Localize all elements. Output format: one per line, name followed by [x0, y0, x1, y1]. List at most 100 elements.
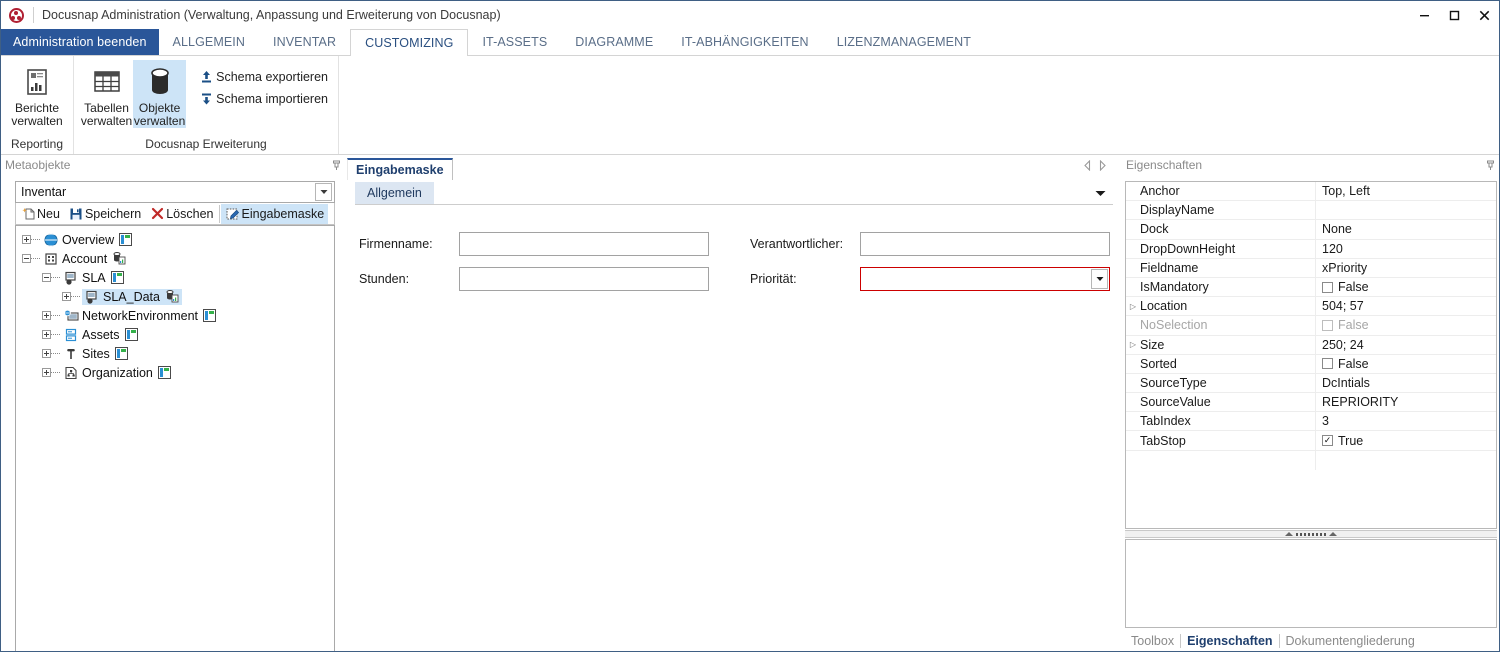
site-pin-icon	[62, 347, 80, 361]
splitter-collapse-up-icon[interactable]	[1285, 532, 1293, 536]
tree-node-sites[interactable]: Sites	[16, 344, 334, 363]
verantwortlicher-input[interactable]	[860, 232, 1110, 256]
splitter-grip[interactable]	[1296, 532, 1326, 536]
form-designer-canvas[interactable]: Firmenname: Stunden: Verantwortlicher: P…	[347, 206, 1121, 651]
ribbon-group-docusnap-erweiterung: Tabellen verwalten Objekte verwalten Sch…	[74, 56, 339, 154]
new-button[interactable]: Neu	[16, 204, 64, 224]
chevron-down-icon[interactable]	[1091, 269, 1108, 289]
form-badge-icon	[119, 233, 133, 246]
expander-minus-icon[interactable]	[42, 273, 51, 282]
tree-node-account[interactable]: Account	[16, 249, 334, 268]
export-schema-button[interactable]: Schema exportieren	[192, 66, 332, 88]
tree-node-label: Overview	[62, 232, 115, 247]
ribbon-tab-inventar[interactable]: INVENTAR	[259, 29, 350, 55]
ribbon-tab-customizing[interactable]: CUSTOMIZING	[350, 29, 469, 56]
property-row-sourcetype[interactable]: SourceType DcIntials	[1126, 373, 1496, 394]
property-row-noselection[interactable]: NoSelection False	[1126, 315, 1496, 336]
expander-plus-icon[interactable]	[62, 292, 71, 301]
property-name: SourceValue	[1140, 395, 1211, 410]
checkbox-unchecked-icon[interactable]	[1322, 358, 1333, 370]
property-value[interactable]: Top, Left	[1315, 182, 1496, 201]
close-icon[interactable]	[1469, 1, 1499, 29]
property-value[interactable]: 504; 57	[1315, 296, 1496, 316]
property-row-fieldname[interactable]: Fieldname xPriority	[1126, 258, 1496, 278]
tree-node-organization[interactable]: Organization	[16, 363, 334, 382]
checkbox-checked-icon[interactable]: ✓	[1322, 435, 1333, 447]
ribbon-empty-area	[339, 56, 1499, 154]
import-schema-button[interactable]: Schema importieren	[192, 88, 332, 110]
pin-icon[interactable]	[330, 159, 342, 171]
property-value-cell[interactable]: False	[1315, 277, 1496, 297]
property-row-location[interactable]: ▷ Location 504; 57	[1126, 296, 1496, 317]
property-row-sourcevalue[interactable]: SourceValue REPRIORITY	[1126, 392, 1496, 413]
ribbon-tab-it-assets[interactable]: IT-ASSETS	[468, 29, 561, 55]
property-value-cell[interactable]: ✓ True	[1315, 430, 1496, 451]
prioritaet-select[interactable]	[860, 267, 1110, 291]
firmenname-input[interactable]	[459, 232, 709, 256]
property-row-displayname[interactable]: DisplayName	[1126, 200, 1496, 221]
tree-node-assets[interactable]: Assets	[16, 325, 334, 344]
tree-node-sla-data[interactable]: SLA_Data	[16, 287, 334, 306]
ribbon-tab-diagramme[interactable]: DIAGRAMME	[561, 29, 667, 55]
chevron-left-icon[interactable]	[1083, 159, 1092, 174]
chevron-right-icon[interactable]	[1098, 159, 1107, 174]
tree-node-networkenvironment[interactable]: NetworkEnvironment	[16, 306, 334, 325]
ribbon-tab-administration-beenden[interactable]: Administration beenden	[1, 29, 159, 55]
ribbon-tab-allgemein[interactable]: ALLGEMEIN	[159, 29, 259, 55]
chevron-down-icon[interactable]	[315, 183, 332, 201]
property-row-ismandatory[interactable]: IsMandatory False	[1126, 277, 1496, 298]
tree-node-overview[interactable]: Overview	[16, 230, 334, 249]
metaobjects-select[interactable]: Inventar	[15, 181, 335, 203]
property-value[interactable]: xPriority	[1315, 258, 1496, 278]
property-value[interactable]: None	[1315, 219, 1496, 240]
property-value[interactable]: DcIntials	[1315, 373, 1496, 393]
delete-button[interactable]: Löschen	[145, 204, 217, 224]
chevron-down-icon[interactable]	[1093, 186, 1107, 200]
property-value[interactable]	[1315, 200, 1496, 220]
property-grid[interactable]: Anchor Top, Left DisplayName Dock None D…	[1125, 181, 1497, 529]
ribbon-tab-lizenzmanagement[interactable]: LIZENZMANAGEMENT	[823, 29, 985, 55]
property-row-dock[interactable]: Dock None	[1126, 219, 1496, 240]
expander-minus-icon[interactable]	[22, 254, 31, 263]
property-value[interactable]: 120	[1315, 239, 1496, 259]
property-value[interactable]: REPRIORITY	[1315, 392, 1496, 412]
report-icon	[22, 64, 52, 100]
document-tab-eingabemaske[interactable]: Eingabemaske	[347, 158, 453, 180]
save-button[interactable]: Speichern	[64, 204, 145, 224]
splitter-collapse-down-icon[interactable]	[1329, 532, 1337, 536]
properties-splitter[interactable]	[1125, 530, 1497, 538]
manage-tables-button[interactable]: Tabellen verwalten	[80, 60, 133, 128]
property-expander-triangle-icon[interactable]: ▷	[1126, 302, 1140, 311]
property-row-tabstop[interactable]: TabStop ✓ True	[1126, 430, 1496, 451]
tab-toolbox[interactable]: Toolbox	[1125, 634, 1180, 648]
expander-plus-icon[interactable]	[42, 330, 51, 339]
property-value[interactable]: 250; 24	[1315, 335, 1496, 355]
form-tab-allgemein[interactable]: Allgemein	[355, 182, 434, 204]
pin-icon[interactable]	[1484, 159, 1496, 171]
minimize-icon[interactable]	[1409, 1, 1439, 29]
property-row-size[interactable]: ▷ Size 250; 24	[1126, 335, 1496, 355]
maximize-icon[interactable]	[1439, 1, 1469, 29]
tree-node-sla[interactable]: SLA	[16, 268, 334, 287]
property-row-dropdownheight[interactable]: DropDownHeight 120	[1126, 239, 1496, 259]
tab-eigenschaften[interactable]: Eigenschaften	[1181, 634, 1278, 648]
stunden-input[interactable]	[459, 267, 709, 291]
metaobjects-tree[interactable]: Overview Account SLA SLA_Data NetworkEnv…	[15, 225, 335, 651]
manage-objects-button[interactable]: Objekte verwalten	[133, 60, 187, 128]
property-expander-triangle-icon[interactable]: ▷	[1126, 340, 1140, 349]
checkbox-unchecked-icon[interactable]	[1322, 281, 1333, 293]
manage-reports-button[interactable]: Berichte verwalten	[7, 60, 67, 128]
property-value-cell[interactable]: False	[1315, 354, 1496, 374]
window-title: Docusnap Administration (Verwaltung, Anp…	[42, 8, 501, 22]
property-row-tabindex[interactable]: TabIndex 3	[1126, 411, 1496, 432]
expander-plus-icon[interactable]	[22, 235, 31, 244]
property-row-sorted[interactable]: Sorted False	[1126, 354, 1496, 374]
property-row-anchor[interactable]: Anchor Top, Left	[1126, 182, 1496, 202]
input-mask-button[interactable]: Eingabemaske	[220, 203, 329, 224]
expander-plus-icon[interactable]	[42, 349, 51, 358]
tab-dokumentengliederung[interactable]: Dokumentengliederung	[1280, 634, 1421, 648]
expander-plus-icon[interactable]	[42, 368, 51, 377]
property-value[interactable]: 3	[1315, 411, 1496, 431]
expander-plus-icon[interactable]	[42, 311, 51, 320]
ribbon-tab-it-abhaengigkeiten[interactable]: IT-ABHÄNGIGKEITEN	[667, 29, 822, 55]
